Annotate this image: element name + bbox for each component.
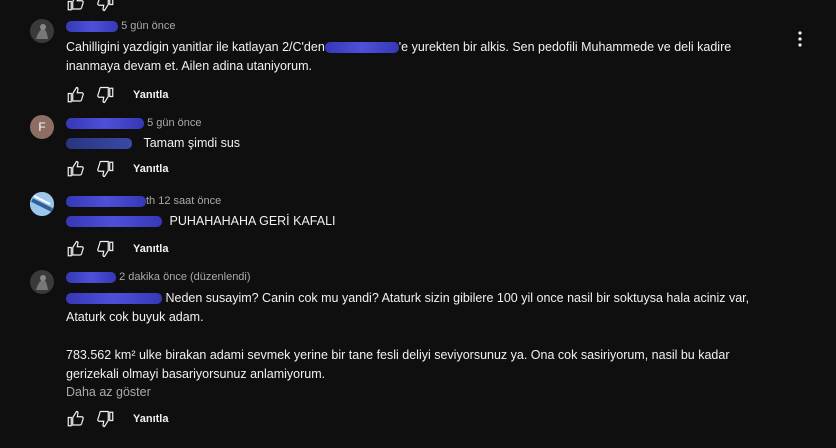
comment-actions: Yanıtla bbox=[66, 240, 168, 258]
reply-button[interactable]: Yanıtla bbox=[133, 413, 168, 425]
redacted-author-name[interactable] bbox=[66, 117, 144, 129]
redacted-author-name[interactable] bbox=[66, 195, 146, 207]
thumb-down-icon[interactable] bbox=[97, 410, 115, 428]
comment-meta: 5 gün önce bbox=[66, 20, 176, 32]
comment-actions: Yanıtla bbox=[66, 160, 168, 178]
avatar[interactable] bbox=[30, 192, 54, 216]
redacted-mention bbox=[324, 42, 399, 54]
thumb-up-icon[interactable] bbox=[66, 86, 84, 104]
comment-text: Neden susayim? Canin cok mu yandi? Atatu… bbox=[66, 289, 786, 384]
comment-line: Neden susayim? Canin cok mu yandi? Atatu… bbox=[66, 289, 786, 308]
thumb-down-icon[interactable] bbox=[97, 240, 115, 258]
previous-comment-actions bbox=[66, 0, 128, 12]
comment-time[interactable]: 12 saat önce bbox=[158, 195, 221, 207]
reply-button[interactable]: Yanıtla bbox=[133, 89, 168, 101]
reply-button[interactable]: Yanıtla bbox=[133, 243, 168, 255]
show-less-link[interactable]: Daha az göster bbox=[66, 385, 151, 399]
thumb-up-icon[interactable] bbox=[66, 410, 84, 428]
comment-actions: Yanıtla bbox=[66, 410, 168, 428]
thumb-down-icon[interactable] bbox=[97, 160, 115, 178]
avatar[interactable] bbox=[30, 19, 54, 43]
avatar-image bbox=[30, 270, 54, 294]
avatar[interactable] bbox=[30, 270, 54, 294]
comment-text: Cahilligini yazdigin yanitlar ile katlay… bbox=[66, 40, 732, 73]
avatar[interactable]: F bbox=[30, 115, 54, 139]
comment-line: 783.562 km² ulke birakan adami sevmek ye… bbox=[66, 348, 730, 362]
comment-line: gerizekali olmayi basariyorsunuz anlamiy… bbox=[66, 367, 326, 381]
comment-time[interactable]: 5 gün önce bbox=[147, 117, 201, 129]
redacted-author-name[interactable] bbox=[66, 271, 116, 283]
thumb-up-icon[interactable] bbox=[66, 0, 84, 12]
comment-text: Tamam şimdi sus bbox=[66, 134, 240, 153]
comment-meta: 2 dakika önce (düzenlendi) bbox=[66, 271, 251, 283]
more-vert-icon[interactable] bbox=[796, 31, 804, 47]
comment-time[interactable]: 5 gün önce bbox=[121, 20, 175, 32]
avatar-image bbox=[30, 19, 54, 43]
thumb-down-icon[interactable] bbox=[97, 86, 115, 104]
reply-button[interactable]: Yanıtla bbox=[133, 163, 168, 175]
redacted-mention[interactable] bbox=[66, 216, 162, 228]
comment-meta: 5 gün önce bbox=[66, 117, 202, 129]
comment-time[interactable]: 2 dakika önce (düzenlendi) bbox=[119, 271, 250, 283]
thumb-up-icon[interactable] bbox=[66, 160, 84, 178]
thumb-up-icon[interactable] bbox=[66, 240, 84, 258]
redacted-mention[interactable] bbox=[66, 138, 132, 150]
comment-meta: th 12 saat önce bbox=[66, 195, 221, 207]
comment-text: PUHAHAHAHA GERİ KAFALI bbox=[66, 212, 336, 231]
avatar-letter: F bbox=[38, 120, 46, 134]
comment-line: Ataturk cok buyuk adam. bbox=[66, 310, 204, 324]
redacted-mention[interactable] bbox=[66, 293, 162, 305]
redacted-author-name[interactable] bbox=[66, 20, 118, 32]
avatar-image bbox=[30, 192, 54, 216]
comment-actions: Yanıtla bbox=[66, 86, 168, 104]
thumb-down-icon[interactable] bbox=[97, 0, 115, 12]
